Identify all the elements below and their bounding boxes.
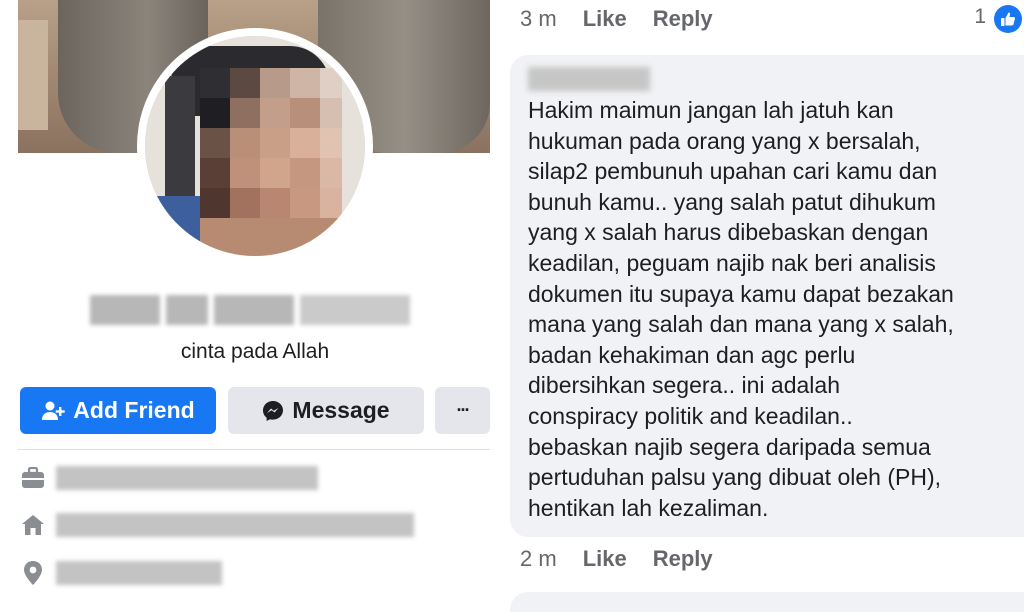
home-icon — [18, 510, 48, 540]
like-link[interactable]: Like — [583, 6, 627, 32]
add-friend-button[interactable]: Add Friend — [20, 387, 216, 434]
pixelated-face — [145, 36, 365, 256]
like-link[interactable]: Like — [583, 546, 627, 572]
more-icon: ··· — [456, 400, 471, 420]
cover-background — [18, 20, 48, 130]
comment-meta-top: 3 m Like Reply — [520, 4, 713, 34]
comment-thread: 3 m Like Reply 1 Hakim maimun jangan lah… — [500, 0, 1024, 612]
comment-timestamp: 3 m — [520, 6, 557, 31]
add-friend-label: Add Friend — [73, 397, 195, 423]
profile-bio: cinta pada Allah — [180, 340, 330, 363]
next-comment-bubble — [510, 592, 1024, 612]
more-options-button[interactable]: ··· — [435, 387, 490, 434]
reaction-count[interactable]: 1 — [974, 5, 986, 29]
divider — [18, 449, 490, 450]
profile-name-redacted — [90, 290, 420, 330]
add-person-icon — [42, 401, 65, 420]
message-button[interactable]: Message — [228, 387, 424, 434]
comment-author-redacted[interactable] — [528, 67, 650, 91]
message-label: Message — [292, 397, 390, 423]
info-row-home — [18, 510, 414, 540]
messenger-icon — [263, 400, 284, 421]
profile-avatar[interactable] — [137, 28, 373, 264]
comment-text: Hakim maimun jangan lah jatuh kan hukuma… — [528, 97, 954, 521]
comment-meta-bottom: 2 m Like Reply — [520, 544, 713, 574]
like-reaction-icon[interactable] — [994, 5, 1022, 33]
info-row-work — [18, 463, 318, 493]
reply-link[interactable]: Reply — [653, 546, 713, 572]
location-info-redacted — [56, 561, 222, 585]
location-pin-icon — [18, 558, 48, 588]
reply-link[interactable]: Reply — [653, 6, 713, 32]
work-info-redacted — [56, 466, 318, 490]
profile-card: cinta pada Allah Add Friend Message ··· — [0, 0, 500, 600]
comment-bubble: Hakim maimun jangan lah jatuh kan hukuma… — [510, 55, 1024, 537]
home-info-redacted — [56, 513, 414, 537]
info-row-location — [18, 558, 222, 588]
comment-timestamp: 2 m — [520, 546, 557, 571]
briefcase-icon — [18, 463, 48, 493]
